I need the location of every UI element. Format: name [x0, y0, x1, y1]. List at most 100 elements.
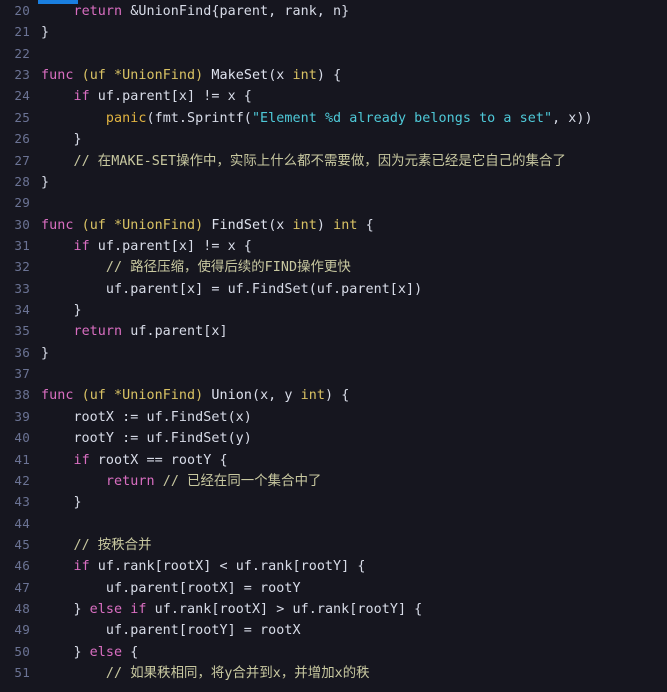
line-content[interactable]: } [30, 300, 82, 321]
code-line[interactable]: 26 } [0, 128, 667, 149]
code-line[interactable]: 25 panic(fmt.Sprintf("Element %d already… [0, 107, 667, 128]
line-content[interactable]: } else if uf.rank[rootX] > uf.rank[rootY… [30, 599, 422, 620]
token-plain: rootX := uf.FindSet(x) [41, 409, 252, 425]
line-content[interactable]: panic(fmt.Sprintf("Element %d already be… [30, 108, 593, 129]
line-number: 27 [14, 152, 30, 168]
token-kw: if [73, 452, 90, 468]
code-line[interactable]: 46 if uf.rank[rootX] < uf.rank[rootY] { [0, 555, 667, 576]
token-fn: Union [211, 388, 252, 404]
line-content[interactable]: func (uf *UnionFind) Union(x, y int) { [30, 385, 349, 406]
token-plain: } [41, 174, 50, 190]
code-line[interactable]: 44 [0, 513, 667, 534]
token-kw: return [73, 324, 123, 340]
token-plain: uf.parent[rootX] = rootY [41, 580, 301, 596]
line-content[interactable]: rootY := uf.FindSet(y) [30, 428, 252, 449]
line-content[interactable]: if uf.parent[x] != x { [30, 86, 252, 107]
line-content[interactable]: // 按秩合并 [30, 535, 152, 556]
code-line[interactable]: 36} [0, 342, 667, 363]
token-plain: uf.parent[x] != x { [89, 89, 252, 105]
code-line[interactable]: 21} [0, 21, 667, 42]
code-line[interactable]: 32 // 路径压缩，使得后续的FIND操作更快 [0, 256, 667, 277]
line-number: 23 [14, 67, 30, 83]
line-content[interactable]: uf.parent[rootX] = rootY [30, 578, 301, 599]
line-content[interactable]: } [30, 129, 82, 150]
line-content[interactable]: // 在MAKE-SET操作中，实际上什么都不需要做，因为元素已经是它自己的集合… [30, 151, 566, 172]
code-line[interactable]: 40 rootY := uf.FindSet(y) [0, 427, 667, 448]
token-plain: uf.parent[x] [122, 324, 228, 340]
code-line[interactable]: 39 rootX := uf.FindSet(x) [0, 406, 667, 427]
token-plain: uf.rank[rootX] > uf.rank[rootY] { [146, 602, 423, 618]
token-plain: } [41, 644, 90, 660]
token-kw: if [73, 238, 90, 254]
line-content[interactable]: rootX := uf.FindSet(x) [30, 407, 252, 428]
line-content[interactable]: // 路径压缩，使得后续的FIND操作更快 [30, 257, 351, 278]
code-line[interactable]: 23 func (uf *UnionFind) MakeSet(x int) { [0, 64, 667, 85]
code-line[interactable]: 35 return uf.parent[x] [0, 320, 667, 341]
line-number: 30 [14, 216, 30, 232]
token-recv: (uf *UnionFind) [81, 217, 204, 233]
code-line[interactable]: 38 func (uf *UnionFind) Union(x, y int) { [0, 384, 667, 405]
code-editor[interactable]: 20 return &UnionFind{parent, rank, n} 21}… [0, 0, 667, 692]
code-line[interactable]: 24 if uf.parent[x] != x { [0, 85, 667, 106]
token-plain: uf.parent[x] = uf.FindSet(uf.parent[x]) [41, 281, 423, 297]
code-line[interactable]: 48 } else if uf.rank[rootX] > uf.rank[ro… [0, 598, 667, 619]
line-content[interactable]: } [30, 172, 49, 193]
line-content[interactable]: } else { [30, 642, 138, 663]
line-content[interactable]: } [30, 343, 49, 364]
code-line[interactable]: 31 if uf.parent[x] != x { [0, 235, 667, 256]
code-line[interactable]: 41 if rootX == rootY { [0, 449, 667, 470]
line-number: 46 [14, 558, 30, 574]
line-content[interactable]: return // 已经在同一个集合中了 [30, 471, 321, 492]
code-line[interactable]: 34 } [0, 299, 667, 320]
code-line[interactable]: 22 [0, 43, 667, 64]
line-content[interactable]: return &UnionFind{parent, rank, n} [30, 1, 349, 22]
line-content[interactable]: uf.parent[rootY] = rootX [30, 620, 301, 641]
token-cmt: // 按秩合并 [73, 537, 152, 553]
code-line[interactable]: 42 return // 已经在同一个集合中了 [0, 470, 667, 491]
code-line[interactable]: 51 // 如果秩相同，将y合并到x，并增加x的秩 [0, 662, 667, 683]
token-plain: { [122, 644, 139, 660]
token-plain: } [41, 602, 90, 618]
code-lines-container[interactable]: 20 return &UnionFind{parent, rank, n} 21}… [0, 0, 667, 684]
line-content[interactable]: return uf.parent[x] [30, 321, 228, 342]
token-cmt: // 已经在同一个集合中了 [162, 473, 322, 489]
code-line[interactable]: 43 } [0, 491, 667, 512]
code-line[interactable]: 33 uf.parent[x] = uf.FindSet(uf.parent[x… [0, 278, 667, 299]
code-line[interactable]: 50 } else { [0, 641, 667, 662]
line-number: 33 [14, 280, 30, 296]
code-line[interactable]: 49 uf.parent[rootY] = rootX [0, 619, 667, 640]
code-line[interactable]: 30 func (uf *UnionFind) FindSet(x int) in… [0, 214, 667, 235]
code-line[interactable]: 28} [0, 171, 667, 192]
line-content[interactable]: func (uf *UnionFind) FindSet(x int) int … [30, 215, 374, 236]
code-line[interactable]: 37 [0, 363, 667, 384]
token-str: "Element %d already belongs to a set" [251, 110, 553, 126]
code-line[interactable]: 45 // 按秩合并 [0, 534, 667, 555]
token-plain: uf.parent[x] != x { [89, 238, 252, 254]
line-content[interactable]: if uf.parent[x] != x { [30, 236, 252, 257]
line-content[interactable]: if uf.rank[rootX] < uf.rank[rootY] { [30, 556, 366, 577]
code-line[interactable]: 20 return &UnionFind{parent, rank, n} [0, 0, 667, 21]
line-content[interactable]: } [30, 492, 82, 513]
line-number: 31 [14, 237, 30, 253]
code-line[interactable]: 29 [0, 192, 667, 213]
token-cmt: // 如果秩相同，将y合并到x，并增加x的秩 [105, 666, 370, 682]
token-plain: uf.rank[rootX] < uf.rank[rootY] { [89, 559, 366, 575]
line-content[interactable]: func (uf *UnionFind) MakeSet(x int) { [30, 65, 341, 86]
line-content[interactable]: if rootX == rootY { [30, 450, 228, 471]
line-number: 28 [14, 173, 30, 189]
line-content[interactable]: } [30, 22, 49, 43]
token-kw: func [41, 388, 74, 404]
code-line[interactable]: 47 uf.parent[rootX] = rootY [0, 577, 667, 598]
line-content[interactable]: // 如果秩相同，将y合并到x，并增加x的秩 [30, 663, 370, 684]
line-number: 42 [14, 472, 30, 488]
line-content[interactable]: uf.parent[x] = uf.FindSet(uf.parent[x]) [30, 279, 422, 300]
token-plain: ) { [324, 388, 350, 404]
code-line[interactable]: 27 // 在MAKE-SET操作中，实际上什么都不需要做，因为元素已经是它自己… [0, 150, 667, 171]
line-number: 43 [14, 494, 30, 510]
